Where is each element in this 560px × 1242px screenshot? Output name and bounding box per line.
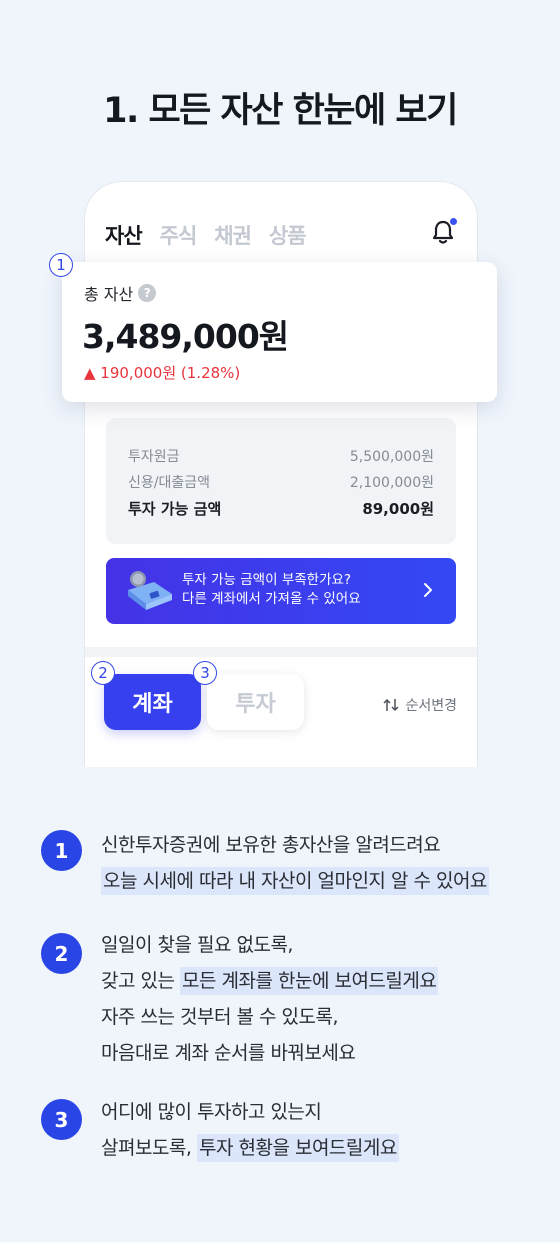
description-number: 2 <box>41 933 82 974</box>
text-segment: 자주 쓰는 것부터 볼 수 있도록, <box>101 1006 339 1028</box>
text-segment: 갖고 있는 <box>101 970 180 992</box>
investment-view-button[interactable]: 투자 <box>207 674 304 730</box>
summary-label: 투자 가능 금액 <box>128 500 222 518</box>
description-number: 1 <box>41 830 82 871</box>
summary-row: 투자 가능 금액 89,000원 <box>128 498 434 519</box>
callout-badge-1: 1 <box>49 253 73 277</box>
description-line: 마음대로 계좌 순서를 바꿔보세요 <box>101 1035 541 1071</box>
total-assets-card: 총 자산 ? 3,489,000원 ▲ 190,000원 (1.28%) <box>62 262 497 402</box>
summary-label: 투자원금 <box>128 449 180 465</box>
summary-label: 신용/대출금액 <box>128 475 210 491</box>
help-icon[interactable]: ? <box>138 284 157 302</box>
tab-products[interactable]: 상품 <box>269 220 307 250</box>
description-line: 오늘 시세에 따라 내 자산이 얼마인지 알 수 있어요 <box>101 863 541 899</box>
description-text: 일일이 찾을 필요 없도록, 갖고 있는 모든 계좌를 한눈에 보여드릴게요 자… <box>101 927 541 1071</box>
summary-value: 5,500,000원 <box>349 449 434 465</box>
description-line: 일일이 찾을 필요 없도록, <box>101 927 541 963</box>
description-line: 신한투자증권에 보유한 총자산을 알려드려요 <box>101 827 541 863</box>
description-text: 신한투자증권에 보유한 총자산을 알려드려요 오늘 시세에 따라 내 자산이 얼… <box>101 827 541 899</box>
callout-badge-2: 2 <box>91 661 115 685</box>
summary-value: 89,000원 <box>362 500 434 518</box>
summary-value: 2,100,000원 <box>349 475 434 491</box>
tab-stocks[interactable]: 주식 <box>160 220 198 250</box>
total-assets-amount: 3,489,000원 <box>82 317 289 356</box>
total-assets-change: ▲ 190,000원 (1.28%) <box>84 364 241 382</box>
notification-dot <box>450 218 457 225</box>
description-line: 어디에 많이 투자하고 있는지 <box>101 1094 541 1130</box>
total-label-text: 총 자산 <box>84 285 134 304</box>
highlighted-text: 모든 계좌를 한눈에 보여드릴게요 <box>180 967 439 995</box>
reorder-label: 순서변경 <box>405 698 457 714</box>
text-segment: 살펴보도록, <box>101 1137 197 1159</box>
highlighted-text: 오늘 시세에 따라 내 자산이 얼마인지 알 수 있어요 <box>101 867 489 895</box>
description-line: 자주 쓰는 것부터 볼 수 있도록, <box>101 999 541 1035</box>
description-line: 갖고 있는 모든 계좌를 한눈에 보여드릴게요 <box>101 963 541 999</box>
description-number: 3 <box>41 1099 82 1140</box>
sort-arrows-icon <box>383 698 399 712</box>
text-segment: 일일이 찾을 필요 없도록, <box>101 934 293 956</box>
asset-tabs: 자산 주식 채권 상품 <box>105 220 307 250</box>
banner-line-1: 투자 가능 금액이 부족한가요? <box>182 572 352 588</box>
summary-row: 투자원금 5,500,000원 <box>128 446 434 466</box>
total-assets-label: 총 자산 ? <box>84 281 157 305</box>
wallet-coin-icon <box>128 571 172 610</box>
section-divider <box>85 647 477 657</box>
text-segment: 마음대로 계좌 순서를 바꿔보세요 <box>101 1042 356 1064</box>
description-line: 살펴보도록, 투자 현황을 보여드릴게요 <box>101 1130 541 1166</box>
account-summary: 투자원금 5,500,000원 신용/대출금액 2,100,000원 투자 가능… <box>106 418 456 544</box>
tab-bonds[interactable]: 채권 <box>214 220 252 250</box>
reorder-button[interactable]: 순서변경 <box>383 695 457 715</box>
chevron-right-icon <box>424 583 432 597</box>
headline: 1. 모든 자산 한눈에 보기 <box>103 91 458 131</box>
text-segment: 어디에 많이 투자하고 있는지 <box>101 1101 322 1123</box>
account-view-button[interactable]: 계좌 <box>104 674 201 730</box>
highlighted-text: 투자 현황을 보여드릴게요 <box>196 1134 399 1162</box>
transfer-banner[interactable]: 투자 가능 금액이 부족한가요? 다른 계좌에서 가져올 수 있어요 <box>106 558 456 624</box>
summary-row: 신용/대출금액 2,100,000원 <box>128 472 434 492</box>
callout-badge-3: 3 <box>193 661 217 685</box>
tab-assets[interactable]: 자산 <box>105 220 143 250</box>
text-segment: 신한투자증권에 보유한 총자산을 알려드려요 <box>101 834 441 856</box>
description-text: 어디에 많이 투자하고 있는지 살펴보도록, 투자 현황을 보여드릴게요 <box>101 1094 541 1166</box>
banner-line-2: 다른 계좌에서 가져올 수 있어요 <box>182 591 361 607</box>
banner-text: 투자 가능 금액이 부족한가요? 다른 계좌에서 가져올 수 있어요 <box>182 571 361 609</box>
